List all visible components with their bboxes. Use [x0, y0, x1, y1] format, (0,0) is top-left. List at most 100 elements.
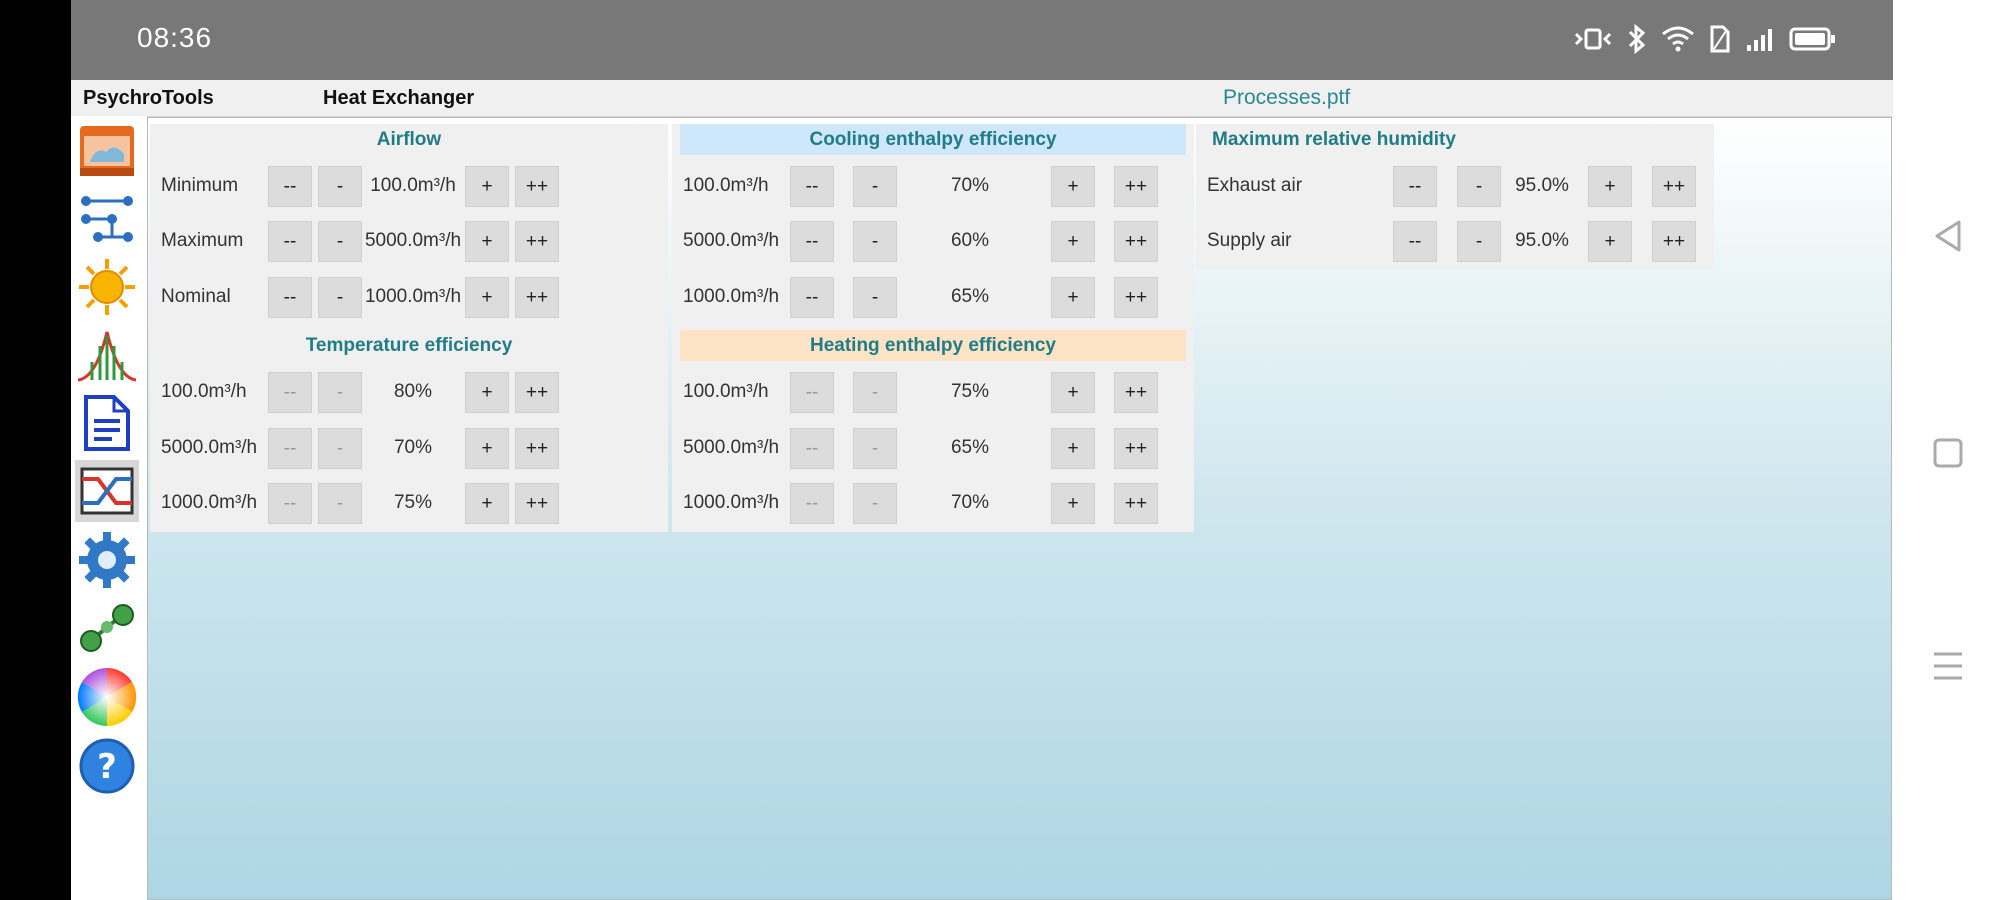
airflow-min-dec2-button[interactable]: -- — [268, 166, 312, 207]
airflow-nominal-inc2-button[interactable]: ++ — [515, 277, 559, 318]
sidebar-item-chart[interactable] — [75, 324, 139, 386]
exhaust-air-dec1-button[interactable]: - — [1457, 166, 1501, 207]
cooling-enthalpy-title: Cooling enthalpy efficiency — [680, 124, 1186, 155]
exhaust-air-dec2-button[interactable]: -- — [1393, 166, 1437, 207]
temp-eff-row3-inc1-button[interactable]: + — [465, 483, 509, 524]
heat-row2-dec2-button[interactable]: -- — [790, 428, 834, 469]
exhaust-air-value: 95.0% — [1515, 175, 1569, 196]
file-name[interactable]: Processes.ptf — [1223, 86, 1350, 110]
airflow-title: Airflow — [376, 129, 442, 150]
cool-row1-value: 70% — [950, 175, 990, 196]
flow-icon — [81, 196, 133, 242]
temp-eff-row1-inc2-button[interactable]: ++ — [515, 372, 559, 413]
heat-row1-inc2-button[interactable]: ++ — [1114, 372, 1158, 413]
sidebar: ? — [71, 116, 147, 900]
app-title: PsychroTools — [83, 87, 214, 109]
cool-row1-dec1-button[interactable]: - — [853, 166, 897, 207]
sidebar-item-settings[interactable] — [75, 529, 139, 591]
airflow-nominal-label: Nominal — [161, 286, 231, 307]
exhaust-air-inc2-button[interactable]: ++ — [1652, 166, 1696, 207]
menu-icon[interactable] — [1931, 648, 1965, 684]
temp-eff-row3-label: 1000.0m³/h — [161, 492, 258, 513]
heat-row1-dec1-button[interactable]: - — [853, 372, 897, 413]
cool-row1-inc2-button[interactable]: ++ — [1114, 166, 1158, 207]
temp-eff-row2-dec1-button[interactable]: - — [318, 428, 362, 469]
heat-row2-inc1-button[interactable]: + — [1051, 428, 1095, 469]
heat-row3-inc1-button[interactable]: + — [1051, 483, 1095, 524]
supply-air-inc2-button[interactable]: ++ — [1652, 221, 1696, 262]
sidebar-item-document[interactable] — [75, 392, 139, 454]
airflow-max-dec2-button[interactable]: -- — [268, 221, 312, 262]
heat-row1-inc1-button[interactable]: + — [1051, 372, 1095, 413]
cool-row1-dec2-button[interactable]: -- — [790, 166, 834, 207]
temp-eff-row1-label: 100.0m³/h — [161, 381, 247, 402]
airflow-max-dec1-button[interactable]: - — [318, 221, 362, 262]
home-nav-icon[interactable] — [1932, 437, 1964, 469]
temp-eff-row1-dec2-button[interactable]: -- — [268, 372, 312, 413]
sidebar-item-help[interactable]: ? — [75, 735, 139, 797]
cool-row3-dec1-button[interactable]: - — [853, 277, 897, 318]
heat-row1-dec2-button[interactable]: -- — [790, 372, 834, 413]
temp-eff-row2-inc1-button[interactable]: + — [465, 428, 509, 469]
cool-row2-dec2-button[interactable]: -- — [790, 221, 834, 262]
sidebar-item-flow[interactable] — [75, 189, 139, 251]
gear-icon — [79, 532, 135, 588]
temp-eff-row3-dec1-button[interactable]: - — [318, 483, 362, 524]
sidebar-item-home[interactable] — [75, 121, 139, 183]
cool-row1-inc1-button[interactable]: + — [1051, 166, 1095, 207]
airflow-nominal-inc1-button[interactable]: + — [465, 277, 509, 318]
sidebar-item-link[interactable] — [75, 598, 139, 660]
airflow-max-inc2-button[interactable]: ++ — [515, 221, 559, 262]
temp-eff-row3-inc2-button[interactable]: ++ — [515, 483, 559, 524]
sidebar-item-sun[interactable] — [75, 256, 139, 318]
airflow-min-label: Minimum — [161, 175, 239, 196]
airflow-min-inc2-button[interactable]: ++ — [515, 166, 559, 207]
airflow-min-inc1-button[interactable]: + — [465, 166, 509, 207]
temp-eff-row2-inc2-button[interactable]: ++ — [515, 428, 559, 469]
sidebar-item-colors[interactable] — [75, 666, 139, 728]
airflow-nominal-dec1-button[interactable]: - — [318, 277, 362, 318]
color-wheel-icon — [77, 667, 137, 727]
status-time: 08:36 — [137, 22, 213, 53]
exhaust-air-inc1-button[interactable]: + — [1588, 166, 1632, 207]
link-icon — [80, 604, 134, 652]
heat-row3-inc2-button[interactable]: ++ — [1114, 483, 1158, 524]
svg-text:?: ? — [97, 747, 117, 787]
sim-icon — [1710, 25, 1730, 53]
heat-row2-dec1-button[interactable]: - — [853, 428, 897, 469]
cool-row2-inc1-button[interactable]: + — [1051, 221, 1095, 262]
sidebar-item-heat-exchanger[interactable] — [75, 460, 139, 522]
chart-icon — [77, 331, 137, 382]
cool-row3-inc2-button[interactable]: ++ — [1114, 277, 1158, 318]
airflow-max-label: Maximum — [161, 230, 244, 251]
heat-row1-value: 75% — [950, 381, 990, 402]
supply-air-dec1-button[interactable]: - — [1457, 221, 1501, 262]
temp-eff-row2-dec2-button[interactable]: -- — [268, 428, 312, 469]
humidity-panel: Maximum relative humidity Exhaust air --… — [1196, 124, 1714, 269]
airflow-nominal-dec2-button[interactable]: -- — [268, 277, 312, 318]
supply-air-inc1-button[interactable]: + — [1588, 221, 1632, 262]
status-icons — [1573, 24, 1837, 54]
temp-eff-row1-inc1-button[interactable]: + — [465, 372, 509, 413]
temp-eff-row3-dec2-button[interactable]: -- — [268, 483, 312, 524]
heat-row3-dec2-button[interactable]: -- — [790, 483, 834, 524]
help-icon: ? — [79, 738, 135, 794]
cool-row3-inc1-button[interactable]: + — [1051, 277, 1095, 318]
supply-air-value: 95.0% — [1515, 230, 1569, 251]
airflow-max-inc1-button[interactable]: + — [465, 221, 509, 262]
airflow-min-dec1-button[interactable]: - — [318, 166, 362, 207]
wifi-icon — [1662, 26, 1694, 52]
supply-air-dec2-button[interactable]: -- — [1393, 221, 1437, 262]
supply-air-label: Supply air — [1207, 230, 1292, 251]
heat-row3-dec1-button[interactable]: - — [853, 483, 897, 524]
cool-row2-dec1-button[interactable]: - — [853, 221, 897, 262]
heat-row2-inc2-button[interactable]: ++ — [1114, 428, 1158, 469]
cool-row2-inc2-button[interactable]: ++ — [1114, 221, 1158, 262]
temp-eff-row3-value: 75% — [393, 492, 433, 513]
back-icon[interactable] — [1931, 218, 1965, 254]
airflow-max-value: 5000.0m³/h — [364, 230, 462, 251]
bluetooth-icon — [1628, 24, 1646, 54]
temp-eff-row1-dec1-button[interactable]: - — [318, 372, 362, 413]
cool-row3-dec2-button[interactable]: -- — [790, 277, 834, 318]
status-bar: 08:36 — [71, 0, 1893, 80]
